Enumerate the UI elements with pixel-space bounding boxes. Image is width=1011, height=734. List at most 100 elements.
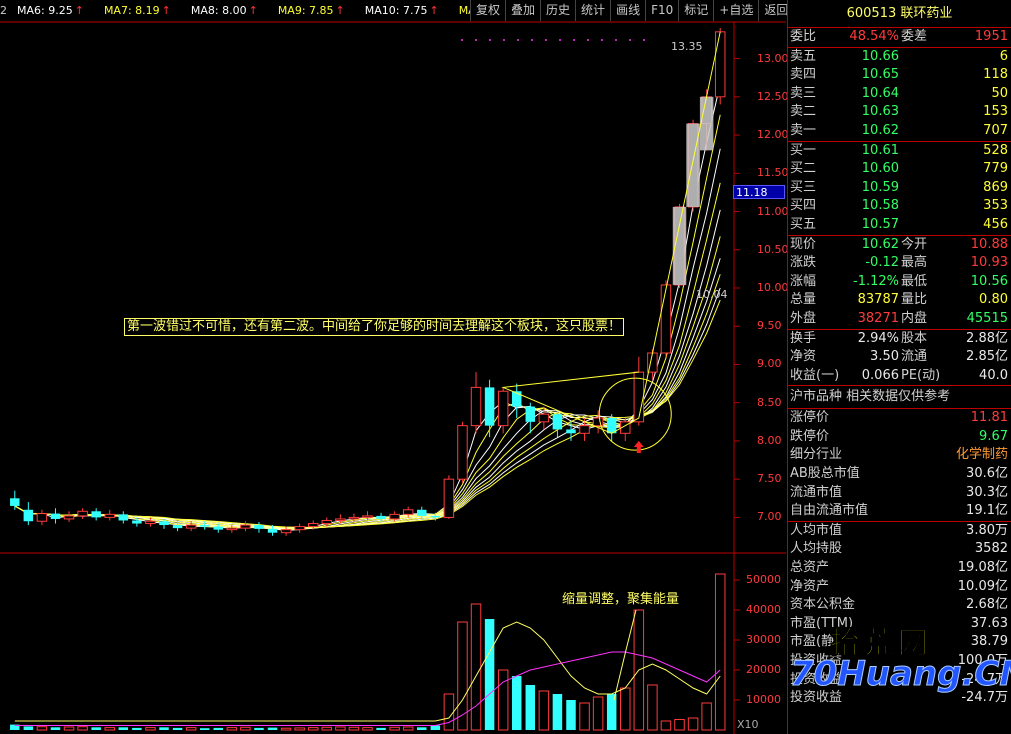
candle-body [199, 525, 210, 527]
quote-row: 买五 10.57 456 [788, 216, 1011, 235]
ma-line-7 [14, 209, 721, 530]
candle-body [443, 478, 455, 518]
bid-label: 买五 [790, 216, 817, 232]
toolbar-button-2[interactable]: 历史 [540, 0, 576, 21]
quote-row: 买二 10.60 779 [788, 160, 1011, 179]
candle-body [132, 520, 142, 524]
bid-price[interactable]: 10.59 [862, 179, 899, 198]
volume-bar [104, 727, 115, 731]
volume-bar [620, 687, 631, 731]
volume-bar [226, 727, 238, 731]
ask-price[interactable]: 10.64 [862, 85, 899, 104]
quote-row: 流通市值 30.3亿 [788, 484, 1011, 503]
candle-body [172, 525, 183, 529]
signal-dot [503, 39, 505, 41]
ask-price[interactable]: 10.63 [862, 103, 899, 122]
detail-label: 市盈(静) [790, 634, 840, 650]
stock-title[interactable]: 600513 联环药业 [788, 0, 1011, 28]
volume-bar [294, 727, 305, 731]
ask-price[interactable]: 10.66 [862, 48, 899, 67]
toolbar-button-4[interactable]: 画线 [610, 0, 646, 21]
market-info-header[interactable]: 沪市品种 相关数据仅供参考 [788, 385, 1011, 410]
candle-body [104, 513, 115, 518]
candle-body [714, 31, 726, 98]
candle-body [213, 526, 224, 530]
candle-body [145, 520, 156, 525]
quote-label: 外盘 [790, 310, 817, 326]
signal-dot [517, 39, 519, 41]
volume-bar [376, 727, 386, 730]
ask-label: 卖四 [790, 67, 817, 83]
bid-price[interactable]: 10.61 [862, 142, 899, 161]
candle-body [484, 387, 495, 426]
candle-body [538, 413, 550, 423]
fund-value: 40.0 [979, 367, 1008, 383]
quote-label: 今开 [901, 236, 928, 252]
volume-bar [321, 726, 333, 731]
quote-row: 卖二 10.63 153 [788, 103, 1011, 122]
toolbar-button-5[interactable]: F10 [645, 0, 679, 21]
volume-bar [118, 727, 129, 730]
volume-bar [606, 694, 617, 730]
fund-label: 净资 [790, 349, 817, 365]
quote-row: 资本公积金 2.68亿 [788, 596, 1011, 615]
candle-body [118, 514, 129, 521]
weicha-value: 1951 [974, 29, 1008, 44]
weibi-value: 48.54% [849, 29, 899, 44]
quote-label: 内盘 [901, 310, 928, 326]
quote-panel: 600513 联环药业 委比 48.54% 委差 1951 卖五 10.66 6 卖四 10.6… [787, 0, 1011, 734]
ma-legend-label: MA9: 7.85 [277, 4, 334, 17]
ask-label: 卖三 [790, 85, 817, 101]
price-tick-label: 11.00 [757, 204, 789, 218]
volume-tick-label: 20000 [746, 663, 781, 676]
quote-value: -1.12% [853, 273, 899, 289]
signal-dot [573, 39, 575, 41]
bid-label: 买一 [790, 142, 817, 158]
toolbar-button-6[interactable]: 标记 [678, 0, 714, 21]
quote-value: 45515 [966, 310, 1008, 326]
volume-bar [348, 726, 360, 731]
fund-label: 股本 [901, 330, 928, 346]
ask-price[interactable]: 10.62 [862, 122, 899, 141]
quote-row: 买四 10.58 353 [788, 197, 1011, 216]
candle-body [321, 519, 333, 525]
bid-price[interactable]: 10.60 [862, 160, 899, 179]
ma-line-9 [14, 258, 721, 529]
quote-label: 涨跌 [790, 255, 817, 271]
candle-body [497, 390, 509, 427]
bid-volume: 528 [983, 142, 1008, 158]
detail-label: 总资产 [790, 560, 830, 576]
candle-body [307, 523, 319, 528]
volume-bar [77, 726, 88, 731]
candle-body [23, 509, 34, 522]
toolbar-button-1[interactable]: 叠加 [505, 0, 541, 21]
quote-label: 总量 [790, 292, 817, 308]
ma-legend-item: MA8: 8.00 ↑ [191, 4, 268, 17]
volume-bar [36, 726, 48, 731]
toolbar-button-3[interactable]: 统计 [575, 0, 611, 21]
ask-price[interactable]: 10.65 [862, 66, 899, 85]
high-price-label: 13.35 [671, 40, 703, 53]
bid-price[interactable]: 10.58 [862, 197, 899, 216]
detail-value: 38.79 [970, 634, 1008, 650]
detail-value: 19.08亿 [957, 560, 1008, 576]
volume-bar [701, 702, 712, 731]
signal-dot [489, 39, 491, 41]
fund-label: PE(动) [901, 367, 941, 383]
volume-bar [145, 727, 156, 731]
volume-bar [566, 700, 576, 730]
quote-row: 涨幅 -1.12% 最低 10.56 [788, 273, 1011, 292]
toolbar-button-7[interactable]: +自选 [713, 0, 759, 21]
volume-bar [185, 727, 197, 731]
limit-value: 9.67 [979, 428, 1008, 444]
candle-body [267, 528, 278, 533]
candle-body [552, 414, 563, 430]
toolbar-button-0[interactable]: 复权 [470, 0, 506, 21]
volume-tick-label: 40000 [746, 603, 781, 616]
bid-price[interactable]: 10.57 [862, 216, 899, 235]
detail-value: -24.7万 [961, 671, 1008, 687]
ma-line-5 [14, 148, 721, 530]
up-arrow-icon: ↑ [248, 4, 258, 17]
price-tick-label: 8.00 [757, 433, 782, 447]
candle-body [348, 516, 360, 520]
